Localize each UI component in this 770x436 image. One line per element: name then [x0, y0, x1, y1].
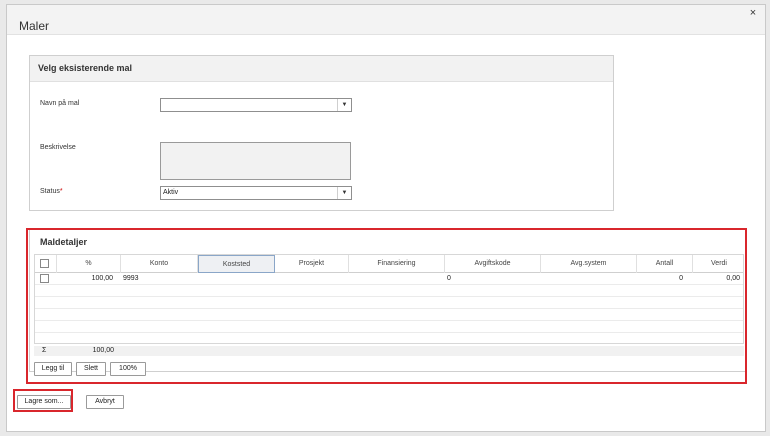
description-label: Beskrivelse [40, 144, 76, 151]
description-textarea[interactable] [160, 142, 351, 180]
template-name-select[interactable]: ▼ [160, 98, 352, 112]
status-select[interactable]: Aktiv ▼ [160, 186, 352, 200]
status-label: Status* [40, 188, 63, 195]
required-marker: * [59, 188, 63, 195]
details-highlight-frame [26, 228, 747, 384]
dialog-titlebar: Maler × [7, 5, 765, 35]
dialog-title: Maler [19, 19, 50, 33]
close-icon[interactable]: × [747, 7, 759, 19]
chevron-down-icon[interactable]: ▼ [337, 187, 351, 199]
save-as-highlight-frame [13, 389, 73, 412]
template-name-label: Navn på mal [40, 100, 80, 107]
status-value: Aktiv [163, 189, 179, 196]
status-label-text: Status [40, 188, 60, 195]
select-template-panel: Velg eksisterende mal Navn på mal ▼ Besk… [29, 55, 614, 211]
cancel-button[interactable]: Avbryt [86, 395, 124, 409]
select-template-panel-title: Velg eksisterende mal [38, 63, 133, 73]
chevron-down-icon[interactable]: ▼ [337, 99, 351, 111]
select-template-panel-header: Velg eksisterende mal [30, 56, 613, 82]
